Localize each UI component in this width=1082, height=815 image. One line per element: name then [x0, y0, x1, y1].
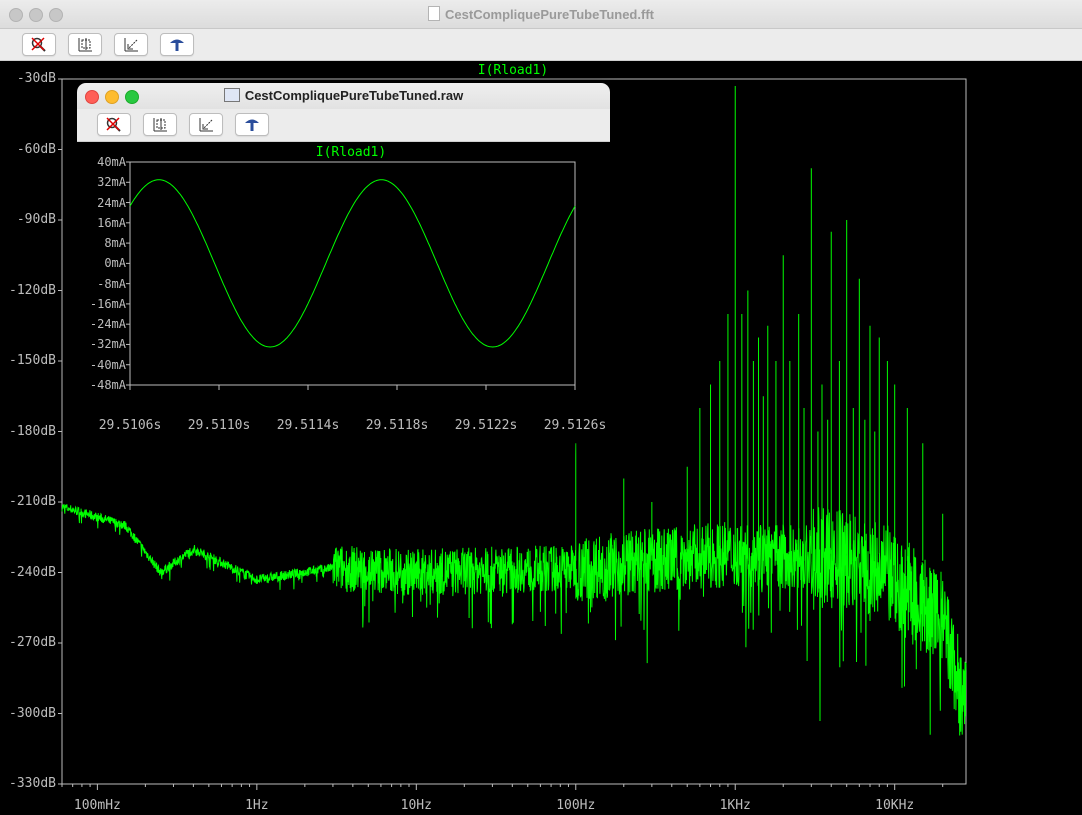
y-tick-label: -60dB — [16, 141, 56, 157]
y-tick-label: -300dB — [9, 705, 56, 721]
autorange-button[interactable] — [68, 33, 102, 56]
waveform-trace — [129, 179, 576, 348]
sub-y-tick-label: 24mA — [97, 195, 126, 210]
y-tick-label: -180dB — [9, 423, 56, 439]
sub-title-bar[interactable]: CestCompliquePureTubeTuned.raw — [77, 83, 610, 109]
main-title-bar[interactable]: CestCompliquePureTubeTuned.fft — [0, 0, 1082, 29]
main-toolbar — [0, 29, 1082, 61]
sub-y-tick-label: 32mA — [97, 175, 126, 190]
waveform-icon — [223, 88, 240, 102]
y-tick-label: -90dB — [16, 212, 56, 227]
sub-plot-frame — [129, 161, 576, 386]
main-trace-label[interactable]: I(Rload1) — [478, 63, 548, 78]
sub-y-tick-label: -32mA — [89, 337, 126, 352]
x-tick-label: 100Hz — [556, 798, 596, 813]
sub-y-tick-label: -16mA — [89, 296, 126, 311]
sub-axis-ticks — [126, 161, 576, 390]
sub-x-tick-label: 29.5110s — [187, 418, 251, 433]
zoom-cancel-button[interactable] — [22, 33, 56, 56]
document-icon — [428, 6, 441, 21]
autorange-icon — [153, 118, 167, 132]
sub-autorange-button[interactable] — [143, 113, 177, 136]
y-tick-label: -210dB — [9, 494, 56, 509]
y-tick-label: -270dB — [9, 635, 56, 650]
y-tick-label: -330dB — [9, 776, 56, 791]
pick-trace-icon — [170, 39, 184, 51]
sub-x-tick-label: 29.5114s — [276, 418, 340, 433]
sub-x-tick-label: 29.5118s — [365, 418, 429, 433]
pick-trace-icon — [245, 119, 259, 131]
raw-waveform-window[interactable]: CestCompliquePureTubeTuned.raw I(Rload1)… — [77, 83, 610, 435]
sub-y-tick-label: -40mA — [89, 357, 126, 372]
sub-y-tick-label: -8mA — [97, 276, 126, 291]
x-tick-label: 1Hz — [245, 798, 269, 813]
y-tick-label: -240dB — [9, 564, 56, 580]
sub-back-pan-button[interactable] — [189, 113, 223, 136]
y-tick-label: -120dB — [9, 282, 56, 298]
sub-y-tick-label: -24mA — [89, 317, 126, 332]
window-title-text: CestCompliquePureTubeTuned.fft — [445, 7, 654, 22]
window-title: CestCompliquePureTubeTuned.fft — [0, 6, 1082, 22]
sine-line — [129, 179, 576, 348]
sub-x-tick-label: 29.5126s — [543, 418, 607, 433]
autorange-icon — [78, 38, 92, 52]
back-pan-icon — [124, 38, 138, 52]
sub-y-tick-label: 16mA — [97, 215, 126, 230]
back-pan-button[interactable] — [114, 33, 148, 56]
sub-y-tick-label: 40mA — [97, 155, 126, 169]
sub-y-tick-label: 8mA — [104, 236, 126, 251]
zoom-cancel-icon — [31, 37, 46, 52]
noise-floor-line — [61, 504, 967, 736]
zoom-cancel-icon — [106, 117, 121, 132]
sub-y-tick-label: 0mA — [104, 256, 126, 271]
sub-zoom-cancel-button[interactable] — [97, 113, 131, 136]
y-tick-label: -30dB — [16, 71, 56, 86]
pick-trace-button[interactable] — [160, 33, 194, 56]
x-tick-label: 100mHz — [73, 798, 121, 813]
sub-window-title-text: CestCompliquePureTubeTuned.raw — [244, 88, 464, 103]
sub-y-tick-label: -48mA — [89, 378, 126, 392]
sub-pick-trace-button[interactable] — [235, 113, 269, 136]
x-tick-label: 1KHz — [719, 798, 751, 813]
sub-x-tick-label: 29.5106s — [98, 418, 162, 433]
x-tick-label: 10Hz — [400, 798, 432, 813]
sub-trace-label[interactable]: I(Rload1) — [316, 145, 386, 160]
back-pan-icon — [199, 118, 213, 132]
sub-window-title: CestCompliquePureTubeTuned.raw — [77, 88, 610, 103]
x-tick-label: 10KHz — [875, 798, 915, 813]
sub-x-tick-label: 29.5122s — [454, 418, 518, 433]
sub-toolbar — [77, 109, 610, 142]
y-tick-label: -150dB — [9, 353, 56, 368]
waveform-plot[interactable] — [77, 141, 610, 435]
